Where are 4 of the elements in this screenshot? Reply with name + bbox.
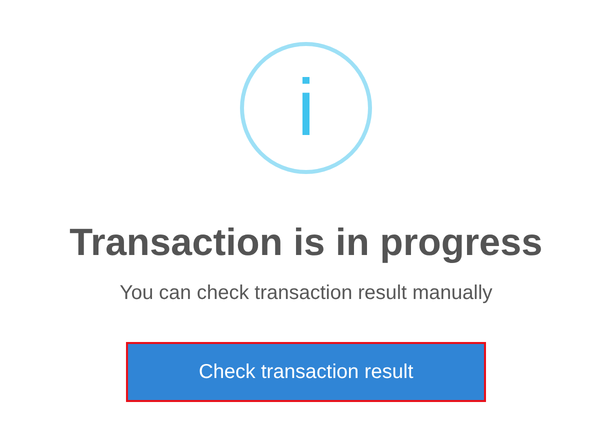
info-icon: i xyxy=(240,42,372,174)
dialog-title: Transaction is in progress xyxy=(69,221,543,266)
check-result-button[interactable]: Check transaction result xyxy=(126,342,486,402)
dialog-message: You can check transaction result manually xyxy=(120,280,492,306)
